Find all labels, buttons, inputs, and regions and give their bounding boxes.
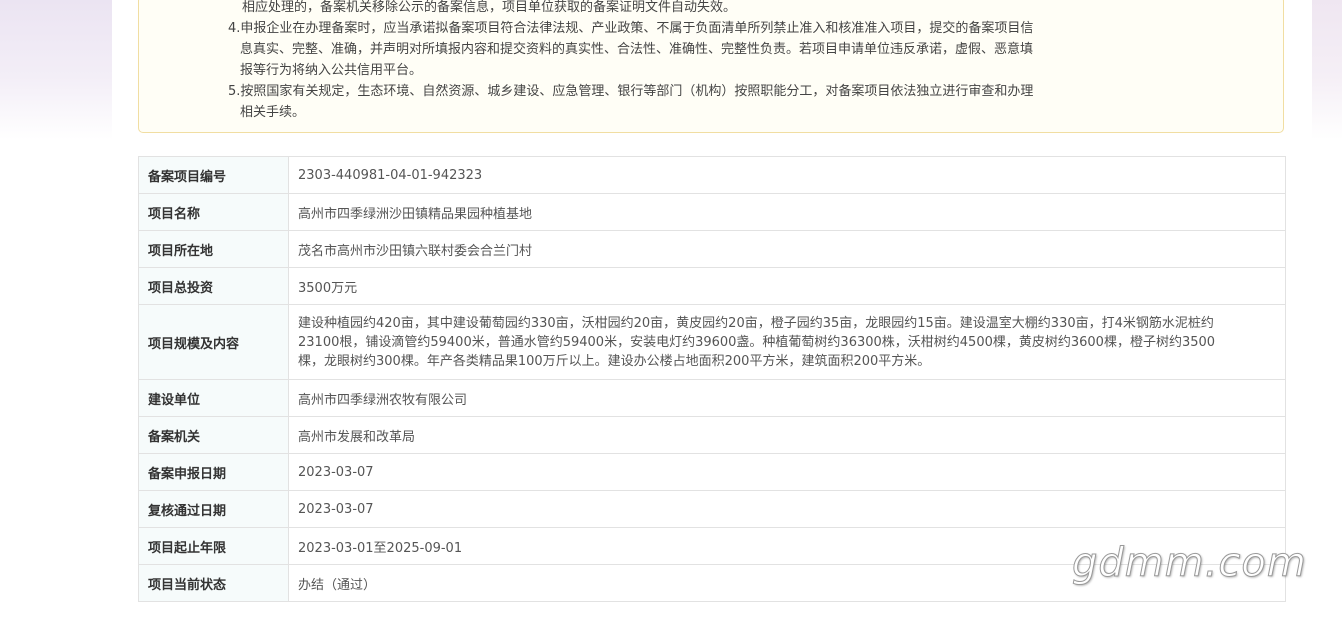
project-code-value: 2303-440981-04-01-942323 — [288, 156, 1286, 194]
table-row: 项目名称 高州市四季绿洲沙田镇精品果园种植基地 — [138, 193, 1286, 231]
filing-date-value: 2023-03-07 — [288, 453, 1286, 491]
row-label: 备案申报日期 — [138, 453, 289, 491]
notice-item-4: 4.申报企业在办理备案时，应当承诺拟备案项目符合法律法规、产业政策、不属于负面清… — [228, 21, 1034, 36]
scope-line: 23100根，铺设滴管约59400米，普通水管约59400米，安装电灯约3960… — [298, 334, 1216, 350]
project-location-value: 茂名市高州市沙田镇六联村委会合兰门村 — [288, 230, 1286, 268]
table-row: 项目规模及内容 建设种植园约420亩，其中建设葡萄园约330亩，沃柑园约20亩，… — [138, 304, 1286, 380]
table-row: 项目所在地 茂名市高州市沙田镇六联村委会合兰门村 — [138, 230, 1286, 268]
table-row: 备案项目编号 2303-440981-04-01-942323 — [138, 156, 1286, 194]
table-row: 备案申报日期 2023-03-07 — [138, 453, 1286, 491]
row-label: 备案机关 — [138, 416, 289, 454]
row-label: 备案项目编号 — [138, 156, 289, 194]
row-label: 项目名称 — [138, 193, 289, 231]
row-label: 项目规模及内容 — [138, 304, 289, 380]
review-date-value: 2023-03-07 — [288, 490, 1286, 528]
row-label: 复核通过日期 — [138, 490, 289, 528]
notice-line: 息真实、完整、准确，并声明对所填报内容和提交资料的真实性、合法性、准确性、完整性… — [240, 42, 1034, 57]
notice-line: 报等行为将纳入公共信用平台。 — [240, 63, 423, 78]
scope-line: 棵，龙眼树约300棵。年产各类精品果100万斤以上。建设办公楼占地面积200平方… — [298, 353, 931, 369]
row-label: 建设单位 — [138, 379, 289, 417]
row-label: 项目当前状态 — [138, 564, 289, 602]
project-name-value: 高州市四季绿洲沙田镇精品果园种植基地 — [288, 193, 1286, 231]
scope-line: 建设种植园约420亩，其中建设葡萄园约330亩，沃柑园约20亩，黄皮园约20亩，… — [298, 315, 1214, 331]
row-label: 项目起止年限 — [138, 527, 289, 565]
row-label: 项目所在地 — [138, 230, 289, 268]
project-info-table: 备案项目编号 2303-440981-04-01-942323 项目名称 高州市… — [138, 156, 1286, 602]
table-row: 备案机关 高州市发展和改革局 — [138, 416, 1286, 454]
notice-item-5: 5.按照国家有关规定，生态环境、自然资源、城乡建设、应急管理、银行等部门（机构）… — [228, 84, 1034, 99]
page-background-left — [0, 0, 112, 140]
table-row: 建设单位 高州市四季绿洲农牧有限公司 — [138, 379, 1286, 417]
site-watermark: gdmm.com — [1072, 540, 1307, 587]
notice-line: 相关手续。 — [240, 105, 306, 120]
project-scope-value: 建设种植园约420亩，其中建设葡萄园约330亩，沃柑园约20亩，黄皮园约20亩，… — [288, 304, 1286, 380]
row-label: 项目总投资 — [138, 267, 289, 305]
table-row: 复核通过日期 2023-03-07 — [138, 490, 1286, 528]
builder-value: 高州市四季绿洲农牧有限公司 — [288, 379, 1286, 417]
filing-authority-value: 高州市发展和改革局 — [288, 416, 1286, 454]
table-row: 项目总投资 3500万元 — [138, 267, 1286, 305]
notice-line: 相应处理的，备案机关移除公示的备案信息，项目单位获取的备案证明文件自动失效。 — [242, 0, 737, 15]
total-investment-value: 3500万元 — [288, 267, 1286, 305]
